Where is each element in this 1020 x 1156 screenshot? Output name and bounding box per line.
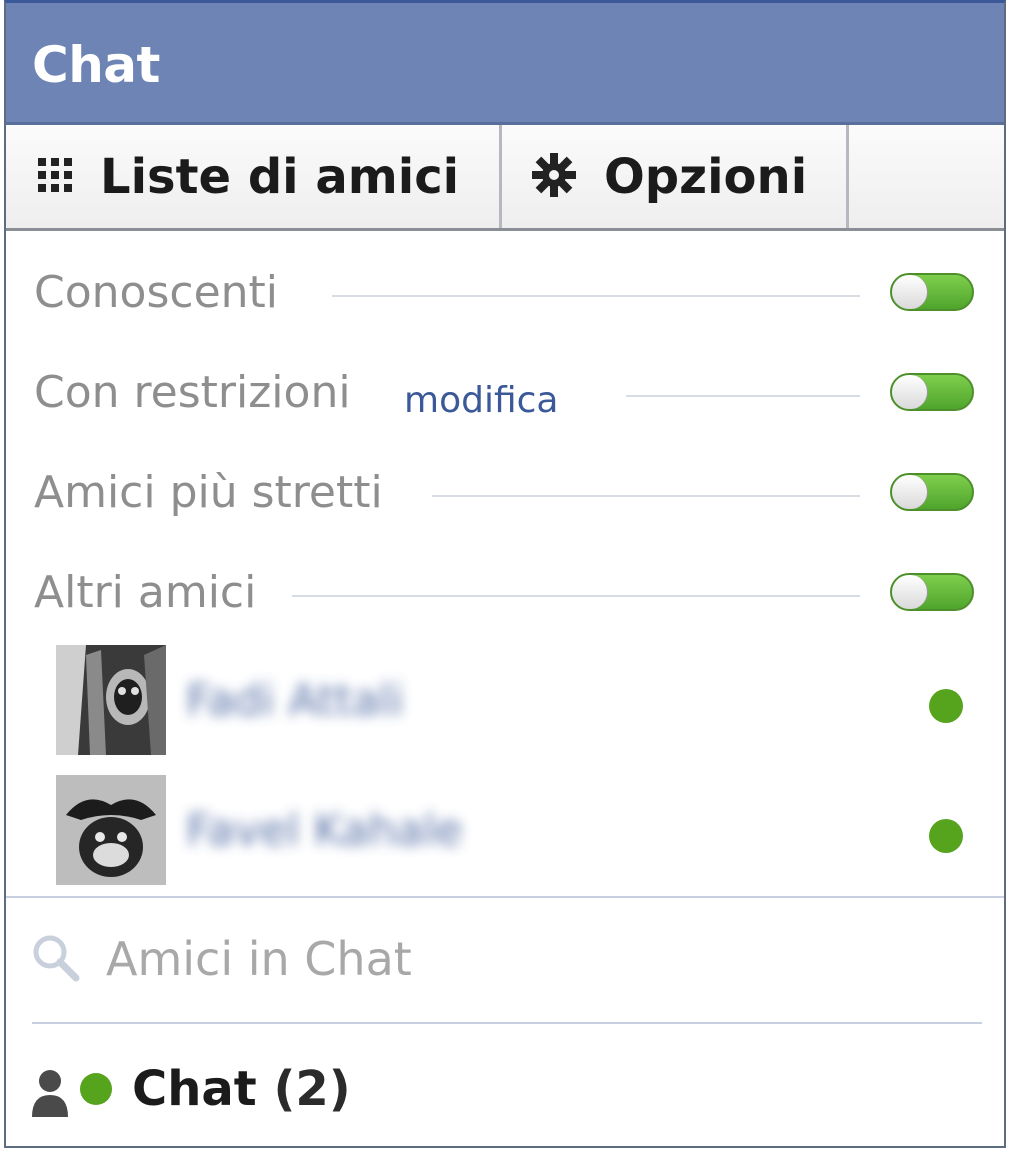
- chat-search: [6, 900, 1004, 1022]
- toggle-knob: [892, 475, 928, 509]
- toggle-knob: [892, 575, 928, 609]
- avatar: [56, 645, 166, 755]
- list-name: Altri amici: [34, 567, 257, 618]
- list-row-altri-amici: Altri amici: [6, 543, 1004, 633]
- divider: [32, 1022, 982, 1024]
- visibility-toggle[interactable]: [890, 373, 974, 411]
- chat-header: Chat: [6, 3, 1004, 125]
- toolbar-filler: [849, 125, 1004, 228]
- friend-row[interactable]: Fadi Attali: [6, 645, 1004, 765]
- visibility-toggle[interactable]: [890, 573, 974, 611]
- divider: [332, 295, 860, 297]
- toggle-knob: [892, 275, 928, 309]
- search-input[interactable]: [106, 924, 866, 994]
- friend-name: Favel Kahale: [186, 805, 463, 856]
- divider: [626, 395, 860, 397]
- list-name: Conoscenti: [34, 267, 278, 318]
- chat-title: Chat: [32, 36, 160, 94]
- chat-toolbar: Liste di amici Opzioni: [6, 125, 1004, 231]
- friend-lists-tab-label: Liste di amici: [100, 148, 460, 205]
- friend-row[interactable]: Favel Kahale: [6, 775, 1004, 895]
- toggle-knob: [892, 375, 928, 409]
- list-name: Con restrizioni: [34, 367, 351, 418]
- grid-icon: [34, 154, 76, 200]
- friend-lists-tab[interactable]: Liste di amici: [6, 125, 502, 228]
- list-row-amici-piu-stretti: Amici più stretti: [6, 443, 1004, 533]
- divider: [292, 595, 860, 597]
- options-tab-label: Opzioni: [604, 148, 808, 205]
- search-icon: [30, 932, 82, 988]
- friend-name: Fadi Attali: [186, 675, 404, 726]
- list-name: Amici più stretti: [34, 467, 383, 518]
- visibility-toggle[interactable]: [890, 273, 974, 311]
- list-row-conoscenti: Conoscenti: [6, 243, 1004, 333]
- online-count: (2): [273, 1061, 351, 1117]
- online-status-dot: [929, 689, 963, 723]
- divider: [432, 495, 860, 497]
- list-row-con-restrizioni: Con restrizioni modifica: [6, 343, 1004, 433]
- avatar: [56, 775, 166, 885]
- chat-status-label: Chat (2): [132, 1059, 351, 1119]
- chat-sidebar: Chat Liste di amici Opzioni Conoscenti C…: [4, 0, 1006, 1148]
- divider: [6, 896, 1004, 898]
- options-tab[interactable]: Opzioni: [502, 125, 849, 228]
- online-status-dot: [929, 819, 963, 853]
- chat-label: Chat: [132, 1061, 257, 1117]
- user-online-icon: [28, 1065, 128, 1129]
- chat-status-button[interactable]: Chat (2): [6, 1043, 1004, 1143]
- edit-link[interactable]: modifica: [404, 379, 558, 423]
- visibility-toggle[interactable]: [890, 473, 974, 511]
- gear-icon: [530, 151, 578, 203]
